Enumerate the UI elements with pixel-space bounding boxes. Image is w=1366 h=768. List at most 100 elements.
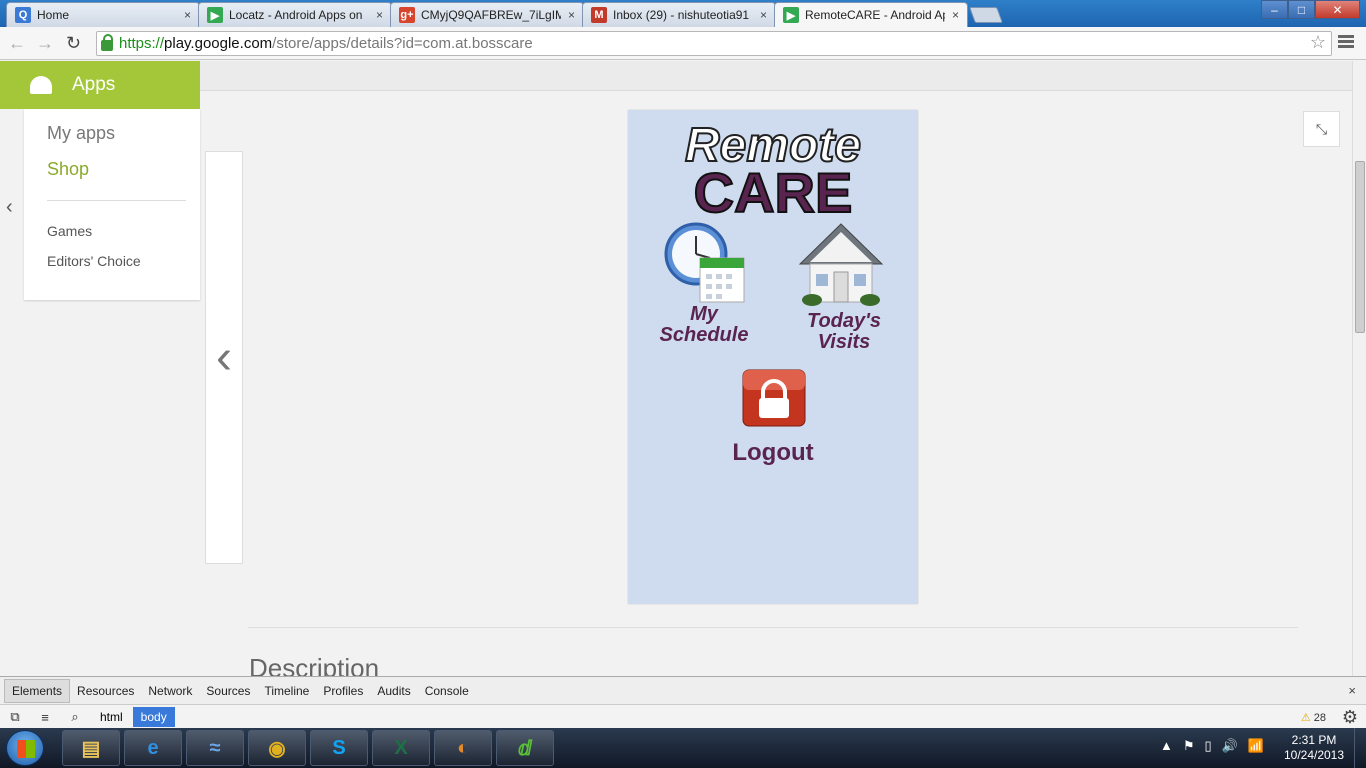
sidebar-item-shop[interactable]: Shop [47, 159, 89, 180]
warning-icon: ⚠ [1300, 712, 1311, 724]
browser-tab[interactable]: g+ CMyjQ9QAFBREw_7iLgIM × [390, 2, 584, 27]
explorer-icon[interactable]: ▤ [62, 730, 120, 766]
browser-tab[interactable]: M Inbox (29) - nishuteotia91 × [582, 2, 776, 27]
google-play-icon: ▶ [207, 7, 223, 23]
devtools-toolbar: ⧉ ≡ ⌕ html body [0, 705, 1366, 729]
browser-tab[interactable]: Q Home × [6, 2, 200, 27]
devtools-tab-network[interactable]: Network [141, 680, 199, 702]
start-button[interactable] [6, 730, 44, 766]
sidebar-divider [47, 200, 186, 201]
dolphin-icon[interactable]: ≈ [186, 730, 244, 766]
devtools-tab-audits[interactable]: Audits [370, 680, 417, 702]
dreamweaver-icon[interactable]: ⅆ [496, 730, 554, 766]
page-scrollbar[interactable] [1352, 61, 1366, 676]
devtools-tab-timeline[interactable]: Timeline [257, 680, 316, 702]
browser-tab[interactable]: ▶ Locatz - Android Apps on × [198, 2, 392, 27]
reload-button[interactable]: ↻ [66, 33, 81, 54]
skype-icon[interactable]: S [310, 730, 368, 766]
sidebar-item-games[interactable]: Games [47, 223, 92, 239]
sidebar-collapse-icon[interactable]: ‹ [6, 196, 13, 219]
maximize-button[interactable]: □ [1288, 0, 1315, 19]
google-plus-icon: g+ [399, 7, 415, 23]
house-icon [798, 223, 884, 306]
taskbar-clock[interactable]: 2:31 PM 10/24/2013 [1282, 733, 1346, 763]
new-tab-button[interactable] [969, 7, 1003, 23]
close-tab-icon[interactable]: × [568, 8, 575, 22]
warnings-count[interactable]: ⚠ 28 [1301, 711, 1326, 724]
close-tab-icon[interactable]: × [184, 8, 191, 22]
tray-icon[interactable]: 🔊 [1222, 738, 1238, 754]
tab-title: Locatz - Android Apps on [229, 8, 363, 22]
system-tray: ▲ ⚑ ▯ 🔊 📶 [1160, 738, 1264, 754]
logout-label: Logout [732, 439, 814, 466]
media-player-icon[interactable]: ◐ [434, 730, 492, 766]
apps-header-label: Apps [72, 74, 116, 95]
devtools-tab-console[interactable]: Console [418, 680, 476, 702]
sidebar-item-editors-choice[interactable]: Editors' Choice [47, 253, 141, 269]
my-schedule-label: My Schedule [659, 303, 749, 346]
excel-icon[interactable]: X [372, 730, 430, 766]
url-host: play.google.com [164, 35, 273, 52]
close-tab-icon[interactable]: × [952, 8, 959, 22]
console-drawer-icon[interactable]: ≡ [30, 710, 60, 725]
gear-icon[interactable]: ⚙ [1342, 707, 1358, 728]
tray-icon[interactable]: ▯ [1205, 738, 1212, 754]
address-bar[interactable]: https://play.google.com/store/apps/detai… [96, 31, 1332, 56]
schedule-clock-icon [664, 222, 745, 303]
sidebar-nav: My apps Shop Games Editors' Choice [24, 109, 200, 300]
page-content: Apps ‹ My apps Shop Games Editors' Choic… [0, 61, 1352, 676]
android-icon [30, 76, 52, 94]
inspect-search-icon[interactable]: ⌕ [60, 709, 90, 725]
brand-care: CARE [693, 160, 854, 225]
browser-toolbar: ← → ↻ https://play.google.com/store/apps… [0, 27, 1366, 60]
tray-icon[interactable]: ▲ [1160, 738, 1173, 754]
breadcrumb-html[interactable]: html [92, 707, 131, 727]
tab-title: CMyjQ9QAFBREw_7iLgIM [421, 8, 561, 22]
breadcrumb-body[interactable]: body [132, 707, 175, 727]
windows-taskbar: ▤ e ≈ ◉ S X ◐ ⅆ ▲ ⚑ ▯ 🔊 📶 2:31 PM 10/24/2013 [0, 728, 1366, 768]
devtools-panel: Elements Resources Network Sources Timeline P… [0, 676, 1366, 729]
forward-button[interactable]: → [36, 33, 54, 54]
scrollbar-thumb[interactable] [1355, 161, 1365, 333]
devtools-tab-sources[interactable]: Sources [199, 680, 257, 702]
collapse-gallery-button[interactable]: ⤡ [1303, 111, 1340, 147]
tray-icon[interactable]: ⚑ [1183, 738, 1195, 754]
tab-title: Home [37, 8, 70, 22]
url-scheme: https:// [119, 35, 165, 52]
bookmark-star-icon[interactable]: ☆ [1310, 32, 1326, 53]
close-tab-icon[interactable]: × [760, 8, 767, 22]
collapse-icon: ⤡ [1315, 120, 1328, 137]
close-tab-icon[interactable]: × [376, 8, 383, 22]
minimize-button[interactable]: – [1261, 0, 1288, 19]
tray-icon[interactable]: 📶 [1248, 738, 1264, 754]
chrome-menu-icon[interactable] [1338, 35, 1354, 50]
sidebar-item-my-apps[interactable]: My apps [47, 123, 115, 144]
internet-explorer-icon[interactable]: e [124, 730, 182, 766]
devtools-tab-elements[interactable]: Elements [4, 678, 71, 703]
window-titlebar: Q Home × ▶ Locatz - Android Apps on × g+ CMyjQ9… [0, 0, 1366, 27]
url-path: /store/apps/details?id=com.at.bosscare [272, 35, 533, 52]
dock-icon[interactable]: ⧉ [0, 709, 30, 725]
apps-header[interactable]: Apps [0, 61, 200, 109]
description-heading: Description [249, 653, 380, 676]
tab-title: RemoteCARE - Android Ap [805, 8, 945, 22]
devtools-tab-resources[interactable]: Resources [70, 680, 141, 702]
browser-tab[interactable]: ▶ RemoteCARE - Android Ap × [774, 2, 968, 27]
back-button[interactable]: ← [8, 33, 26, 54]
close-window-button[interactable]: ✕ [1315, 0, 1360, 19]
devtools-tabs: Elements Resources Network Sources Timeline P… [0, 677, 1366, 705]
tab-title: Inbox (29) - nishuteotia91 [613, 8, 750, 22]
google-play-icon: ▶ [783, 7, 799, 23]
devtools-close-icon[interactable]: × [1348, 683, 1356, 698]
chrome-icon[interactable]: ◉ [248, 730, 306, 766]
devtools-tab-profiles[interactable]: Profiles [316, 680, 370, 702]
previous-screenshot-button[interactable]: ‹ [205, 151, 243, 564]
section-divider [248, 627, 1298, 628]
window-controls: – □ ✕ [1261, 0, 1360, 19]
todays-visits-label: Today's Visits [806, 310, 882, 353]
gmail-icon: M [591, 7, 607, 23]
chevron-left-icon: ‹ [216, 331, 232, 384]
app-screenshot: Remote CARE My Schedule Today's Visits L… [628, 110, 918, 604]
show-desktop-button[interactable] [1354, 728, 1366, 768]
top-strip [200, 61, 1352, 91]
